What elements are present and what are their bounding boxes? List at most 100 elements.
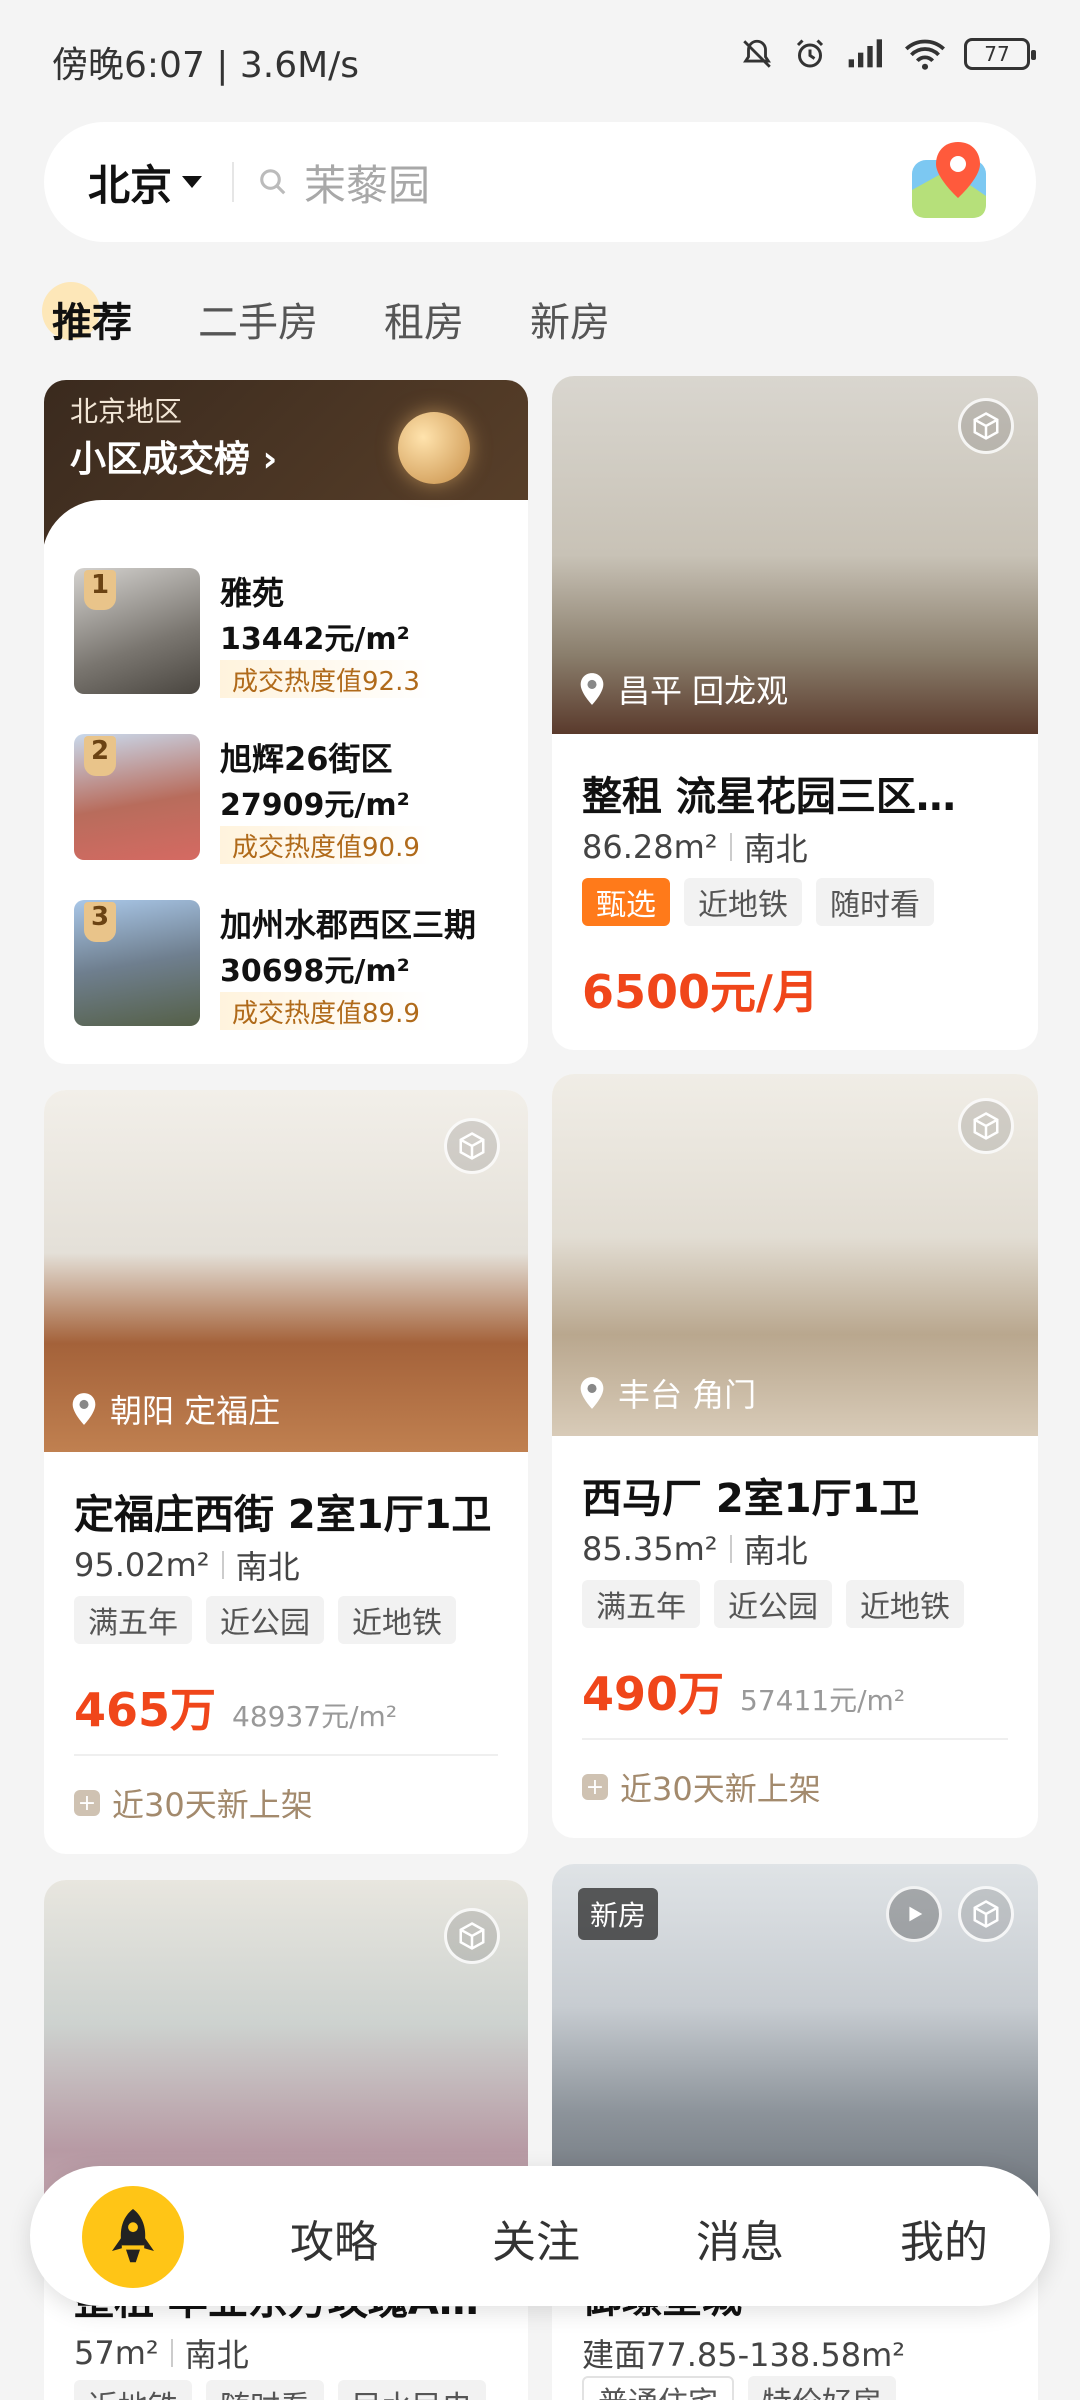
listing-meta: 57m² 南北	[74, 2330, 249, 2376]
battery-icon: 77	[964, 38, 1036, 70]
rocket-icon	[112, 2209, 154, 2263]
listing-card[interactable]: 新房 御璟星城 建面77.85-138.58m² 普通住宅 特价好房	[552, 1864, 1038, 2400]
new-listing-note: + 近30天新上架	[74, 1780, 313, 1826]
listing-tags: 普通住宅 特价好房	[582, 2376, 896, 2400]
tag: 甄选	[582, 878, 670, 926]
ranking-item[interactable]: 2 旭辉26街区 27909元/m² 成交热度值90.9	[74, 734, 524, 864]
search-bar[interactable]: 北京 茉藜园	[44, 122, 1036, 242]
status-icons: 77	[740, 36, 1036, 72]
ranking-region: 北京地区	[70, 395, 183, 428]
location-pin-icon	[580, 673, 604, 705]
listing-meta: 建面77.85-138.58m²	[582, 2330, 905, 2376]
listing-title: 西马厂 2室1厅1卫	[582, 1476, 920, 1522]
category-tabs: 推荐 二手房 租房 新房	[42, 282, 610, 348]
listing-area: 85.35m²	[582, 1530, 718, 1568]
community-price: 27909元/m²	[220, 788, 410, 823]
community-name: 旭辉26街区	[220, 740, 393, 778]
tab-rent[interactable]: 租房	[384, 290, 464, 348]
community-name: 加州水郡西区三期	[220, 906, 477, 944]
search-icon	[260, 169, 286, 195]
ranking-item[interactable]: 1 雅苑 13442元/m² 成交热度值92.3	[74, 568, 524, 698]
vr-cube-icon[interactable]	[444, 1908, 500, 1964]
listing-area: 86.28m²	[582, 828, 718, 866]
tag: 近地铁	[74, 2380, 192, 2400]
listing-meta: 95.02m² 南北	[74, 1542, 300, 1588]
rank-number: 3	[84, 902, 116, 942]
heat-value: 成交热度值89.9	[220, 992, 432, 1030]
plus-icon: +	[582, 1774, 608, 1800]
vr-cube-icon[interactable]	[958, 398, 1014, 454]
new-home-badge: 新房	[578, 1888, 659, 1940]
bottom-nav: 攻略 关注 消息 我的	[30, 2166, 1050, 2306]
search-input[interactable]: 茉藜园	[304, 152, 430, 213]
tag: 民水民电	[338, 2380, 486, 2400]
listing-price: 6500元/月	[582, 965, 819, 1019]
coin-icon	[398, 412, 470, 484]
alarm-icon	[796, 39, 824, 68]
plus-icon: +	[74, 1790, 100, 1816]
listing-title: 整租 流星花园三区…	[582, 774, 956, 820]
tag: 近地铁	[684, 878, 802, 926]
ranking-item[interactable]: 3 加州水郡西区三期 30698元/m² 成交热度值89.9	[74, 900, 524, 1030]
divider	[232, 162, 235, 202]
nav-mine[interactable]: 我的	[900, 2206, 988, 2270]
listing-orientation: 南北	[743, 1532, 808, 1570]
city-label: 北京	[88, 160, 173, 210]
listing-price: 465万 48937元/m²	[74, 1683, 398, 1737]
city-selector[interactable]: 北京	[88, 152, 203, 213]
wifi-icon	[905, 39, 945, 70]
unit-price: 57411元/m²	[740, 1684, 906, 1717]
listing-card[interactable]: 昌平 回龙观 整租 流星花园三区… 86.28m² 南北 甄选 近地铁 随时看 6…	[552, 376, 1038, 1050]
listing-tags: 满五年 近公园 近地铁	[582, 1580, 964, 1628]
status-bar: 傍晚6:07 | 3.6M/s 77	[0, 0, 1080, 120]
listing-location: 丰台 角门	[578, 1370, 756, 1416]
tag: 普通住宅	[582, 2376, 734, 2400]
tab-new-home[interactable]: 新房	[530, 290, 610, 348]
nav-messages[interactable]: 消息	[696, 2206, 784, 2270]
home-rocket-button[interactable]	[82, 2186, 184, 2288]
listing-card[interactable]: 整租 华业东方玫瑰A… 57m²南北 近地铁 随时看 民水民电	[44, 1880, 528, 2400]
community-price: 13442元/m²	[220, 622, 410, 657]
listing-meta: 86.28m² 南北	[582, 824, 808, 870]
tag: 随时看	[816, 878, 934, 926]
listing-location: 朝阳 定福庄	[70, 1386, 280, 1432]
location-pin-icon	[72, 1393, 96, 1425]
tag: 满五年	[582, 1580, 700, 1628]
play-icon[interactable]	[886, 1886, 942, 1942]
nav-guide[interactable]: 攻略	[290, 2206, 378, 2270]
community-price: 30698元/m²	[220, 954, 410, 989]
rank-number: 1	[84, 570, 116, 610]
vr-cube-icon[interactable]	[958, 1886, 1014, 1942]
rank-number: 2	[84, 736, 116, 776]
nav-follow[interactable]: 关注	[492, 2206, 580, 2270]
vr-cube-icon[interactable]	[444, 1118, 500, 1174]
caret-down-icon	[182, 176, 203, 188]
listing-card[interactable]: 丰台 角门 西马厂 2室1厅1卫 85.35m² 南北 满五年 近公园 近地铁 4…	[552, 1074, 1038, 1838]
listing-tags: 满五年 近公园 近地铁	[74, 1596, 456, 1644]
mute-bell-icon	[743, 39, 771, 68]
tab-second-hand[interactable]: 二手房	[198, 290, 318, 348]
listing-price: 490万 57411元/m²	[582, 1667, 906, 1721]
vr-cube-icon[interactable]	[958, 1098, 1014, 1154]
listing-meta: 85.35m² 南北	[582, 1526, 808, 1572]
ranking-card[interactable]: 北京地区 小区成交榜 › 1 雅苑 13442元/m² 成交热度值92.3 2 …	[44, 380, 528, 1064]
map-pin-icon[interactable]	[908, 140, 992, 224]
tab-recommend[interactable]: 推荐	[42, 282, 132, 348]
listing-orientation: 南北	[235, 1548, 300, 1586]
unit-price: 48937元/m²	[232, 1700, 398, 1733]
ranking-title[interactable]: 小区成交榜 ›	[70, 430, 277, 482]
tag: 近公园	[206, 1596, 324, 1644]
divider	[74, 1754, 498, 1756]
listing-location: 昌平 回龙观	[578, 666, 788, 712]
listing-area: 95.02m²	[74, 1546, 210, 1584]
community-name: 雅苑	[220, 574, 285, 612]
listing-card[interactable]: 朝阳 定福庄 定福庄西街 2室1厅1卫 95.02m² 南北 满五年 近公园 近地…	[44, 1090, 528, 1854]
new-listing-note: + 近30天新上架	[582, 1764, 821, 1810]
listing-area: 57m²	[74, 2334, 159, 2372]
tag: 满五年	[74, 1596, 192, 1644]
listing-orientation: 南北	[743, 830, 808, 868]
listing-area: 建面77.85-138.58m²	[582, 2336, 906, 2374]
tag: 随时看	[206, 2380, 324, 2400]
tag: 近地铁	[338, 1596, 456, 1644]
status-time-speed: 傍晚6:07 | 3.6M/s	[52, 45, 360, 86]
